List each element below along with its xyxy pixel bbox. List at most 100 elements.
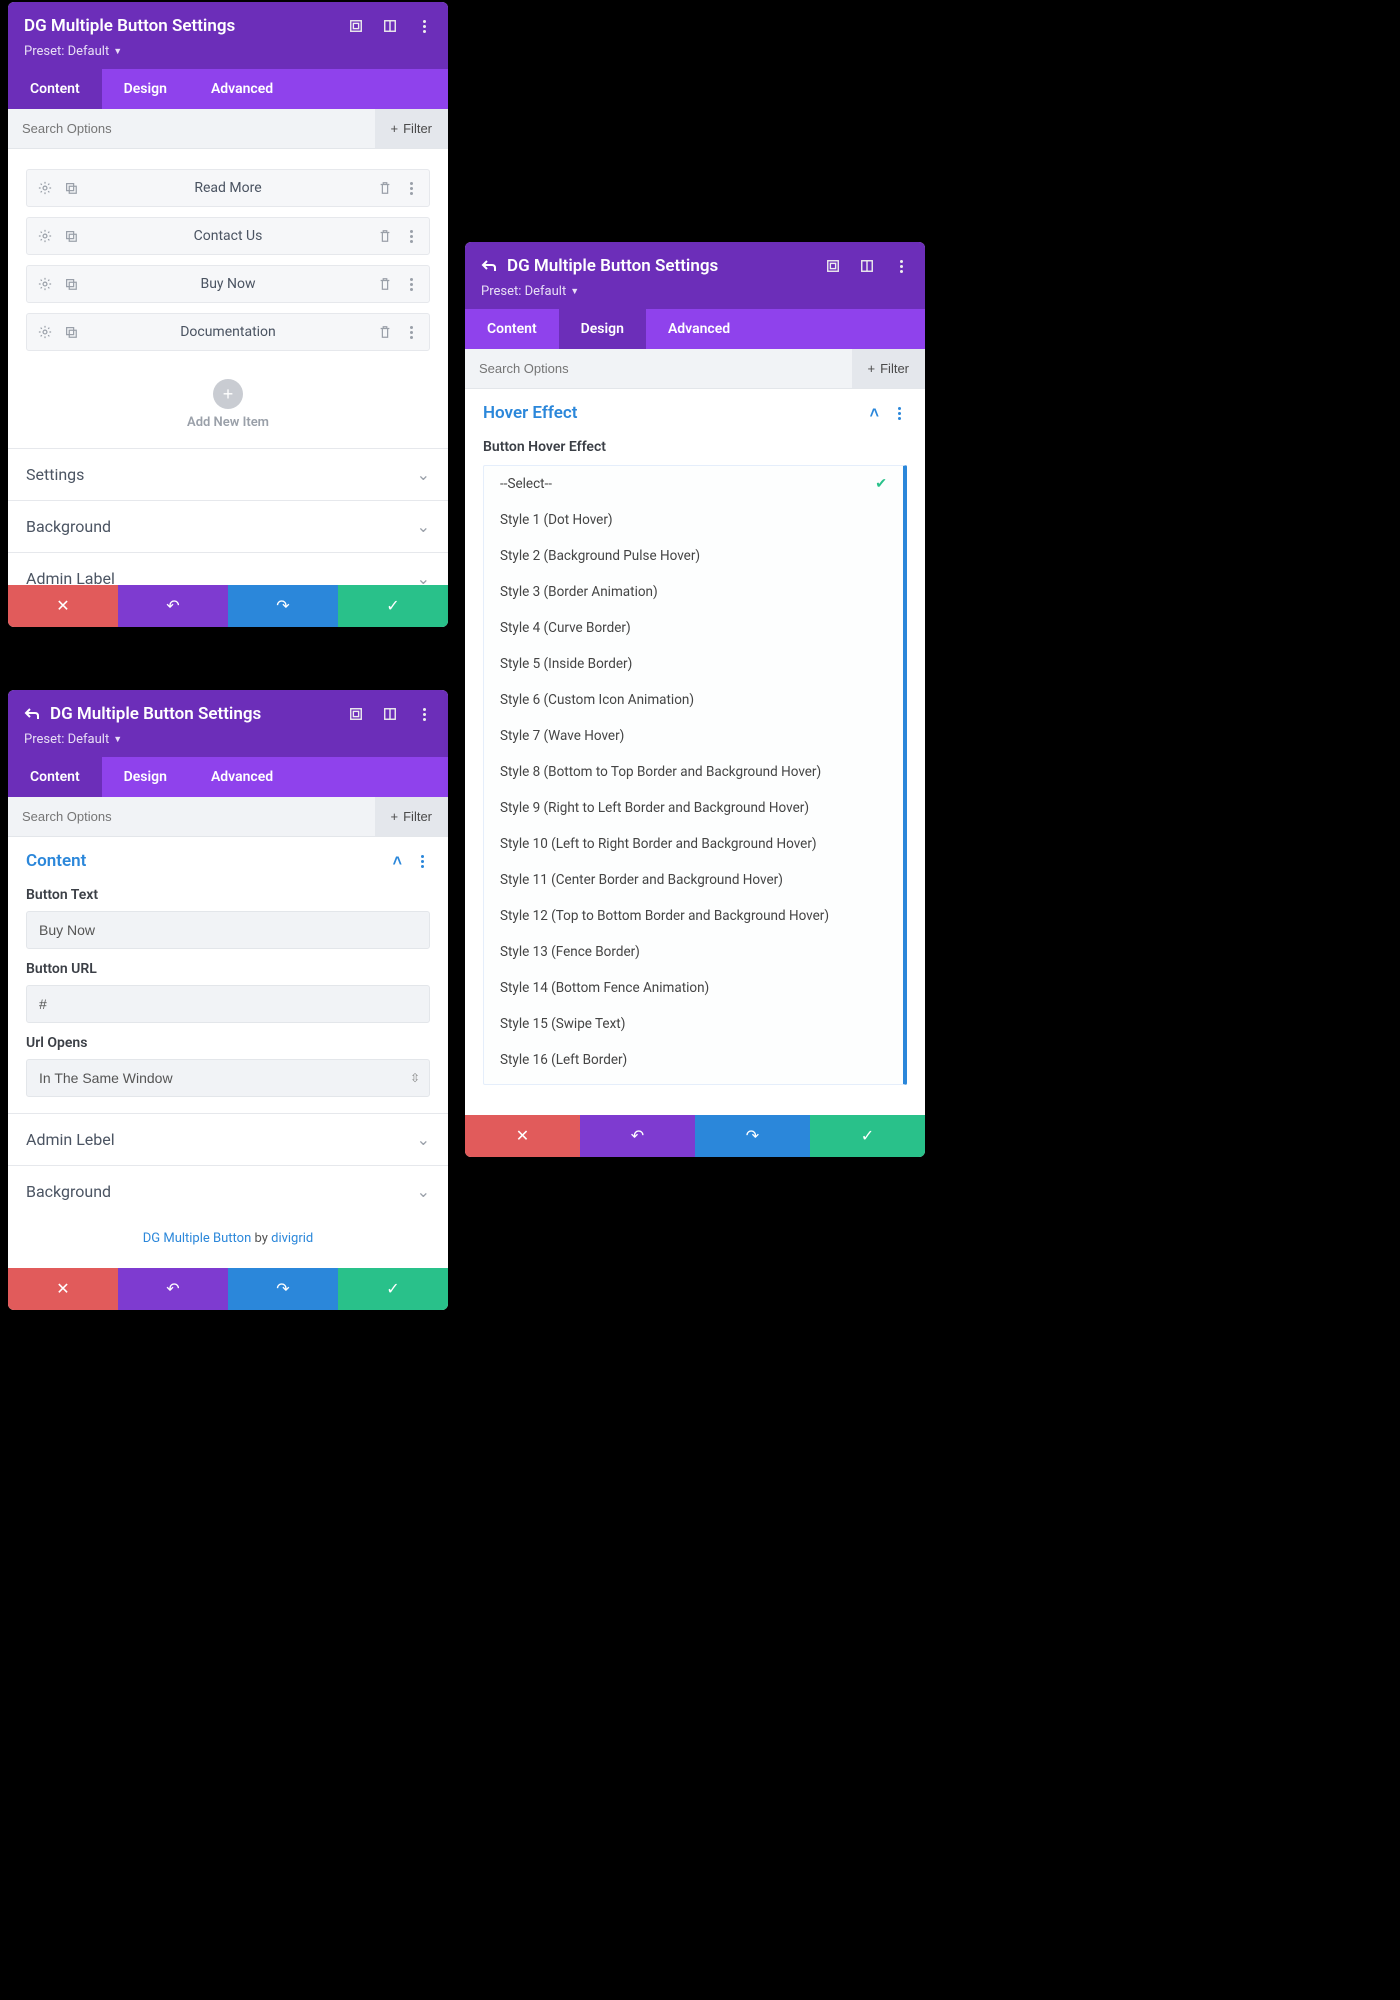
expand-icon[interactable]	[348, 18, 364, 34]
expand-icon[interactable]	[825, 258, 841, 274]
tab-advanced[interactable]: Advanced	[646, 309, 752, 349]
close-button[interactable]: ✕	[8, 585, 118, 627]
list-item[interactable]: Contact Us	[26, 217, 430, 255]
undo-button[interactable]: ↶	[580, 1115, 695, 1157]
search-input[interactable]	[465, 349, 852, 388]
hover-style-option[interactable]: Style 9 (Right to Left Border and Backgr…	[484, 790, 903, 826]
filter-button[interactable]: + Filter	[375, 109, 448, 148]
hover-style-option[interactable]: Style 4 (Curve Border)✔	[484, 610, 903, 646]
trash-icon[interactable]	[377, 228, 393, 244]
undo-button[interactable]: ↶	[118, 585, 228, 627]
chevron-up-icon[interactable]: ˄	[393, 851, 402, 871]
button-text-input[interactable]	[26, 911, 430, 949]
redo-button[interactable]: ↷	[228, 585, 338, 627]
tab-design[interactable]: Design	[102, 69, 189, 109]
preset-selector[interactable]: Preset: Default ▼	[481, 284, 909, 299]
snap-icon[interactable]	[859, 258, 875, 274]
back-icon[interactable]	[24, 706, 40, 722]
redo-button[interactable]: ↷	[228, 1268, 338, 1310]
url-opens-select[interactable]	[26, 1059, 430, 1097]
search-input[interactable]	[8, 109, 375, 148]
section-background[interactable]: Background ⌄	[8, 500, 448, 552]
hover-style-option[interactable]: Style 15 (Swipe Text)✔	[484, 1006, 903, 1042]
kebab-icon[interactable]	[893, 258, 909, 274]
gear-icon[interactable]	[37, 180, 53, 196]
kebab-icon[interactable]	[416, 18, 432, 34]
list-item[interactable]: Buy Now	[26, 265, 430, 303]
hover-style-option[interactable]: Style 16 (Left Border)✔	[484, 1042, 903, 1078]
hover-style-option[interactable]: Style 3 (Border Animation)✔	[484, 574, 903, 610]
hover-style-option[interactable]: Style 12 (Top to Bottom Border and Backg…	[484, 898, 903, 934]
snap-icon[interactable]	[382, 18, 398, 34]
close-button[interactable]: ✕	[8, 1268, 118, 1310]
kebab-icon[interactable]	[403, 276, 419, 292]
snap-icon[interactable]	[382, 706, 398, 722]
tab-advanced[interactable]: Advanced	[189, 757, 295, 797]
hover-style-option[interactable]: Style 5 (Inside Border)✔	[484, 646, 903, 682]
preset-selector[interactable]: Preset: Default ▼	[24, 732, 432, 747]
button-url-input[interactable]	[26, 985, 430, 1023]
hover-style-option[interactable]: Style 1 (Dot Hover)✔	[484, 502, 903, 538]
kebab-icon[interactable]	[403, 228, 419, 244]
kebab-icon[interactable]	[403, 180, 419, 196]
gear-icon[interactable]	[37, 324, 53, 340]
hover-style-option[interactable]: Style 11 (Center Border and Background H…	[484, 862, 903, 898]
section-background[interactable]: Background ⌄	[8, 1165, 448, 1217]
hover-style-option[interactable]: Style 8 (Bottom to Top Border and Backgr…	[484, 754, 903, 790]
tab-design[interactable]: Design	[559, 309, 646, 349]
filter-button[interactable]: + Filter	[375, 797, 448, 836]
hover-style-option[interactable]: Style 10 (Left to Right Border and Backg…	[484, 826, 903, 862]
back-icon[interactable]	[481, 258, 497, 274]
filter-button[interactable]: + Filter	[852, 349, 925, 388]
close-button[interactable]: ✕	[465, 1115, 580, 1157]
trash-icon[interactable]	[377, 276, 393, 292]
add-new-button[interactable]: +	[213, 379, 243, 409]
hover-style-option[interactable]: Style 13 (Fence Border)✔	[484, 934, 903, 970]
save-button[interactable]: ✓	[810, 1115, 925, 1157]
undo-button[interactable]: ↶	[118, 1268, 228, 1310]
section-title-hover-effect[interactable]: Hover Effect	[483, 403, 577, 423]
hover-style-option[interactable]: --Select--✔	[484, 466, 903, 502]
panel-title: DG Multiple Button Settings	[24, 16, 235, 36]
check-icon: ✔	[875, 692, 887, 708]
hover-style-option[interactable]: Style 17 (Would be best for the dark bac…	[484, 1078, 903, 1085]
section-admin-label[interactable]: Admin Label ⌄	[8, 552, 448, 585]
section-admin-lebel[interactable]: Admin Lebel ⌄	[8, 1113, 448, 1165]
duplicate-icon[interactable]	[63, 276, 79, 292]
hover-style-option[interactable]: Style 7 (Wave Hover)✔	[484, 718, 903, 754]
duplicate-icon[interactable]	[63, 324, 79, 340]
search-input[interactable]	[8, 797, 375, 836]
duplicate-icon[interactable]	[63, 228, 79, 244]
filter-label: Filter	[880, 361, 909, 376]
redo-button[interactable]: ↷	[695, 1115, 810, 1157]
credit-module-link[interactable]: DG Multiple Button	[143, 1231, 252, 1246]
gear-icon[interactable]	[37, 228, 53, 244]
tab-content[interactable]: Content	[8, 757, 102, 797]
chevron-up-icon[interactable]: ˄	[870, 403, 879, 423]
save-button[interactable]: ✓	[338, 585, 448, 627]
list-item[interactable]: Documentation	[26, 313, 430, 351]
credit-author-link[interactable]: divigrid	[271, 1231, 313, 1246]
section-settings[interactable]: Settings ⌄	[8, 448, 448, 500]
list-item[interactable]: Read More	[26, 169, 430, 207]
expand-icon[interactable]	[348, 706, 364, 722]
kebab-icon[interactable]	[403, 324, 419, 340]
tab-content[interactable]: Content	[465, 309, 559, 349]
preset-selector[interactable]: Preset: Default ▼	[24, 44, 432, 59]
field-label-url-opens: Url Opens	[26, 1035, 430, 1051]
tab-advanced[interactable]: Advanced	[189, 69, 295, 109]
kebab-icon[interactable]	[416, 706, 432, 722]
kebab-icon[interactable]	[891, 405, 907, 421]
trash-icon[interactable]	[377, 180, 393, 196]
tab-content[interactable]: Content	[8, 69, 102, 109]
save-button[interactable]: ✓	[338, 1268, 448, 1310]
gear-icon[interactable]	[37, 276, 53, 292]
hover-style-option[interactable]: Style 6 (Custom Icon Animation)✔	[484, 682, 903, 718]
kebab-icon[interactable]	[414, 853, 430, 869]
trash-icon[interactable]	[377, 324, 393, 340]
tab-design[interactable]: Design	[102, 757, 189, 797]
section-title-open[interactable]: Content	[26, 851, 86, 871]
hover-style-option[interactable]: Style 2 (Background Pulse Hover)✔	[484, 538, 903, 574]
duplicate-icon[interactable]	[63, 180, 79, 196]
hover-style-option[interactable]: Style 14 (Bottom Fence Animation)✔	[484, 970, 903, 1006]
